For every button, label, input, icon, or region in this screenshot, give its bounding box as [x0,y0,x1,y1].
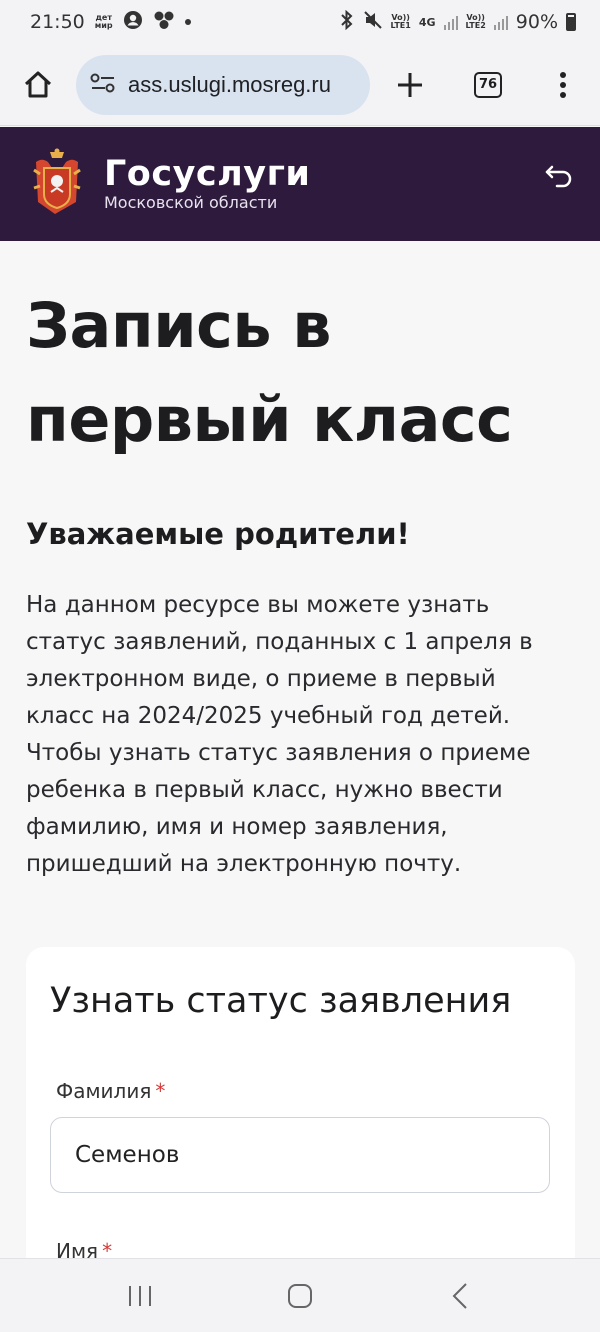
home-icon [24,71,52,97]
status-bar: 21:50 дет мир Vo)) LTE1 4G Vo)) LTE2 90% [0,0,600,44]
brand-subtitle: Московской области [104,193,278,212]
battery-icon [566,13,576,31]
recent-apps-button[interactable] [100,1259,180,1332]
signal-bars-icon [493,14,508,30]
app-cluster-icon [153,10,175,35]
sim2-indicator: Vo)) LTE2 [465,13,486,30]
form-title: Узнать статус заявления [50,981,512,1021]
moscow-oblast-coat-of-arms-icon[interactable] [30,148,84,220]
tab-switcher-button[interactable]: 76 [450,44,526,126]
recent-apps-icon [129,1285,151,1306]
back-chevron-icon [452,1282,467,1309]
network-type: 4G [418,15,436,29]
brand-name: Госуслуги [104,154,311,194]
battery-percent: 90% [515,11,558,33]
return-arrow-icon [545,165,572,188]
surname-label: Фамилия * [56,1079,166,1103]
tab-count: 76 [474,71,502,98]
signal-bars-icon [443,14,458,30]
plus-icon [398,72,422,97]
sim1-indicator: Vo)) LTE1 [390,13,411,30]
address-bar[interactable]: ass.uslugi.mosreg.ru [76,54,370,115]
home-nav-button[interactable] [260,1259,340,1332]
account-icon [123,10,143,35]
home-circle-icon [288,1283,312,1308]
notification-dot-icon [184,19,191,25]
intro-text: На данном ресурсе вы можете узнать стату… [26,592,533,877]
site-header: Госуслуги Московской области [0,127,600,241]
brand[interactable]: Госуслуги Московской области [104,155,310,213]
url-text: ass.uslugi.mosreg.ru [128,71,331,97]
bluetooth-icon [339,9,355,35]
more-vertical-icon [560,71,566,98]
home-button[interactable] [0,44,76,126]
required-marker: * [155,1079,166,1103]
browser-menu-button[interactable] [526,44,600,126]
site-settings-icon[interactable] [90,72,116,98]
mute-icon [363,10,383,35]
section-title: Уважаемые родители! [26,517,410,551]
back-nav-button[interactable] [420,1259,500,1332]
page-title: Запись в первый класс [26,289,513,456]
browser-toolbar: ass.uslugi.mosreg.ru 76 [0,44,600,126]
detmir-app-icon: дет мир [94,13,113,30]
system-navigation-bar [0,1258,600,1332]
exit-button[interactable] [544,163,574,193]
new-tab-button[interactable] [370,44,450,126]
status-time: 21:50 [30,11,85,33]
surname-input[interactable] [50,1117,550,1193]
